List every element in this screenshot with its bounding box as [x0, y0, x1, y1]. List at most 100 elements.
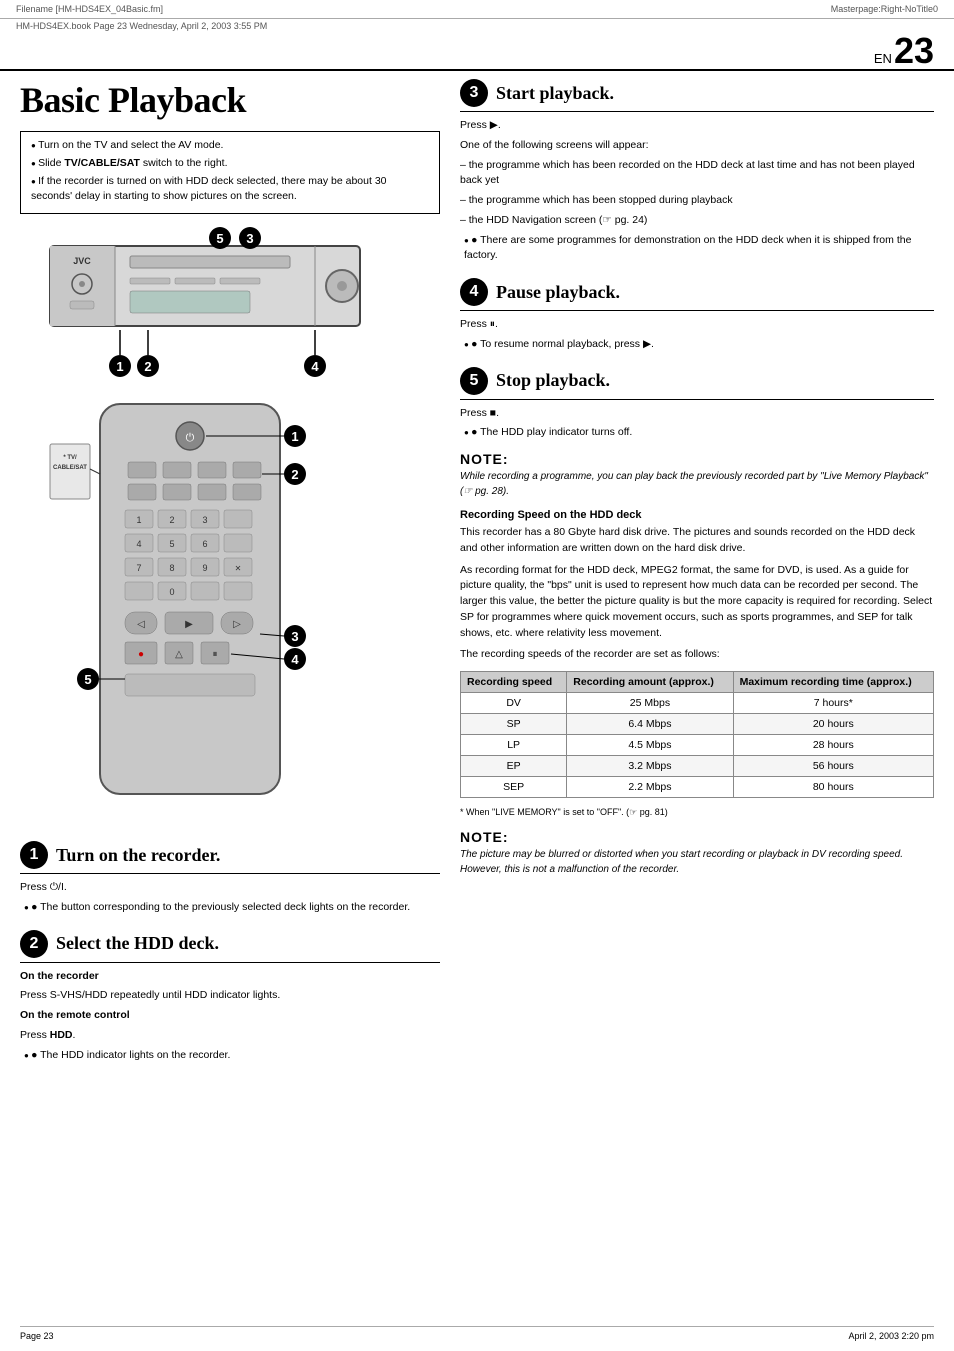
step-3-intro: One of the following screens will appear… [460, 138, 934, 154]
table-cell-speed-0: DV [461, 693, 567, 714]
svg-text:●: ● [138, 649, 144, 660]
svg-text:▷: ▷ [233, 619, 241, 630]
remote-svg-container: * TV/ CABLE/SAT ⏻ 1 [20, 394, 440, 827]
step-5-body: Press ■. ● The HDD play indicator turns … [460, 406, 934, 442]
header-filename: Filename [HM-HDS4EX_04Basic.fm] [16, 4, 163, 14]
step-4-title: Pause playback. [496, 282, 620, 303]
step-4-extra: ● To resume normal playback, press ▶. [464, 337, 934, 353]
svg-text:2: 2 [144, 359, 151, 374]
svg-text:CABLE/SAT: CABLE/SAT [53, 465, 87, 471]
footer: Page 23 April 2, 2003 2:20 pm [20, 1326, 934, 1341]
table-cell-speed-4: SEP [461, 777, 567, 798]
recording-speed-intro: This recorder has a 80 Gbyte hard disk d… [460, 525, 934, 663]
step-2-title: Select the HDD deck. [56, 933, 219, 954]
step-2-recorder-text: Press S-VHS/HDD repeatedly until HDD ind… [20, 988, 440, 1004]
step-5-num: 5 [460, 367, 488, 395]
page-number: 23 [894, 33, 934, 69]
step-2-remote-label: On the remote control [20, 1008, 440, 1024]
recording-table-body: DV 25 Mbps 7 hours* SP 6.4 Mbps 20 hours… [461, 693, 934, 798]
table-cell-amount-1: 6.4 Mbps [567, 714, 733, 735]
step-2-num: 2 [20, 930, 48, 958]
note2-heading: NOTE: [460, 829, 934, 845]
table-row: LP 4.5 Mbps 28 hours [461, 735, 934, 756]
step-2-remote-text: Press HDD. [20, 1028, 440, 1044]
content-area: Basic Playback Turn on the TV and select… [0, 71, 954, 1071]
step-4-header: 4 Pause playback. [460, 278, 934, 311]
svg-text:◁: ◁ [137, 619, 145, 630]
svg-text:3: 3 [202, 515, 207, 525]
table-row: SP 6.4 Mbps 20 hours [461, 714, 934, 735]
note1-heading: NOTE: [460, 451, 934, 467]
header-masterpage: Masterpage:Right-NoTitle0 [831, 4, 938, 14]
svg-text:△: △ [175, 649, 183, 660]
svg-text:5: 5 [84, 672, 91, 687]
table-cell-speed-1: SP [461, 714, 567, 735]
table-header-speed: Recording speed [461, 672, 567, 693]
footer-right: April 2, 2003 2:20 pm [848, 1331, 934, 1341]
svg-text:8: 8 [169, 563, 174, 573]
note2-body: The picture may be blurred or distorted … [460, 847, 934, 877]
page: Filename [HM-HDS4EX_04Basic.fm] Masterpa… [0, 0, 954, 1351]
step-1-press: Press ⏻/I. [20, 880, 440, 896]
table-cell-amount-3: 3.2 Mbps [567, 756, 733, 777]
right-column: 3 Start playback. Press ▶. One of the fo… [460, 71, 934, 1071]
header: Filename [HM-HDS4EX_04Basic.fm] Masterpa… [0, 0, 954, 19]
table-cell-time-1: 20 hours [733, 714, 933, 735]
deck-illustration-area: JVC [20, 226, 440, 386]
step-3-header: 3 Start playback. [460, 79, 934, 112]
page-number-bar: EN 23 [0, 31, 954, 71]
table-cell-amount-2: 4.5 Mbps [567, 735, 733, 756]
step-2-header: 2 Select the HDD deck. [20, 930, 440, 963]
step-4-press: Press ⏸. [460, 317, 934, 333]
table-header-amount: Recording amount (approx.) [567, 672, 733, 693]
step-3-press: Press ▶. [460, 118, 934, 134]
svg-text:0: 0 [169, 587, 174, 597]
recording-table: Recording speed Recording amount (approx… [460, 671, 934, 798]
left-column: Basic Playback Turn on the TV and select… [20, 71, 440, 1071]
svg-text:▶: ▶ [185, 619, 193, 630]
table-footnote: * When "LIVE MEMORY" is set to "OFF". (☞… [460, 806, 934, 819]
step-1-num: 1 [20, 841, 48, 869]
svg-text:7: 7 [136, 563, 141, 573]
table-cell-speed-3: EP [461, 756, 567, 777]
svg-text:✕: ✕ [235, 564, 242, 573]
svg-text:4: 4 [291, 652, 299, 667]
table-row: SEP 2.2 Mbps 80 hours [461, 777, 934, 798]
svg-text:9: 9 [202, 563, 207, 573]
svg-text:3: 3 [246, 231, 253, 246]
step-5-title: Stop playback. [496, 370, 610, 391]
svg-text:6: 6 [202, 539, 207, 549]
table-header-time: Maximum recording time (approx.) [733, 672, 933, 693]
table-row: EP 3.2 Mbps 56 hours [461, 756, 934, 777]
bullet-item-1: Turn on the TV and select the AV mode. [31, 138, 429, 154]
bullet-box: Turn on the TV and select the AV mode. S… [20, 131, 440, 214]
table-cell-time-2: 28 hours [733, 735, 933, 756]
step-1-header: 1 Turn on the recorder. [20, 841, 440, 874]
remote-svg: * TV/ CABLE/SAT ⏻ 1 [20, 394, 410, 824]
svg-text:1: 1 [136, 515, 141, 525]
table-cell-time-0: 7 hours* [733, 693, 933, 714]
table-row: DV 25 Mbps 7 hours* [461, 693, 934, 714]
step-1-title: Turn on the recorder. [56, 845, 220, 866]
step-2-body: On the recorder Press S-VHS/HDD repeated… [20, 969, 440, 1064]
footer-left: Page 23 [20, 1331, 54, 1341]
step-3-num: 3 [460, 79, 488, 107]
step-4-num: 4 [460, 278, 488, 306]
step-3-item-1: – the programme which has been recorded … [460, 158, 934, 190]
svg-text:2: 2 [291, 467, 298, 482]
step-3-body: Press ▶. One of the following screens wi… [460, 118, 934, 264]
recording-speed-heading: Recording Speed on the HDD deck [460, 509, 934, 521]
svg-text:⏻: ⏻ [186, 432, 195, 444]
step-3-item-2: – the programme which has been stopped d… [460, 193, 934, 209]
table-cell-amount-4: 2.2 Mbps [567, 777, 733, 798]
step-5-press: Press ■. [460, 406, 934, 422]
bullet-item-2: Slide TV/CABLE/SAT switch to the right. [31, 156, 429, 172]
step-4-body: Press ⏸. ● To resume normal playback, pr… [460, 317, 934, 353]
step-5-extra: ● The HDD play indicator turns off. [464, 425, 934, 441]
step-2-extra: ● The HDD indicator lights on the record… [24, 1048, 440, 1064]
note1-body: While recording a programme, you can pla… [460, 469, 934, 499]
svg-text:JVC: JVC [73, 256, 91, 266]
step-3-extra: ● There are some programmes for demonstr… [464, 233, 934, 265]
step-1-body: Press ⏻/I. ● The button corresponding to… [20, 880, 440, 916]
svg-text:4: 4 [311, 359, 319, 374]
